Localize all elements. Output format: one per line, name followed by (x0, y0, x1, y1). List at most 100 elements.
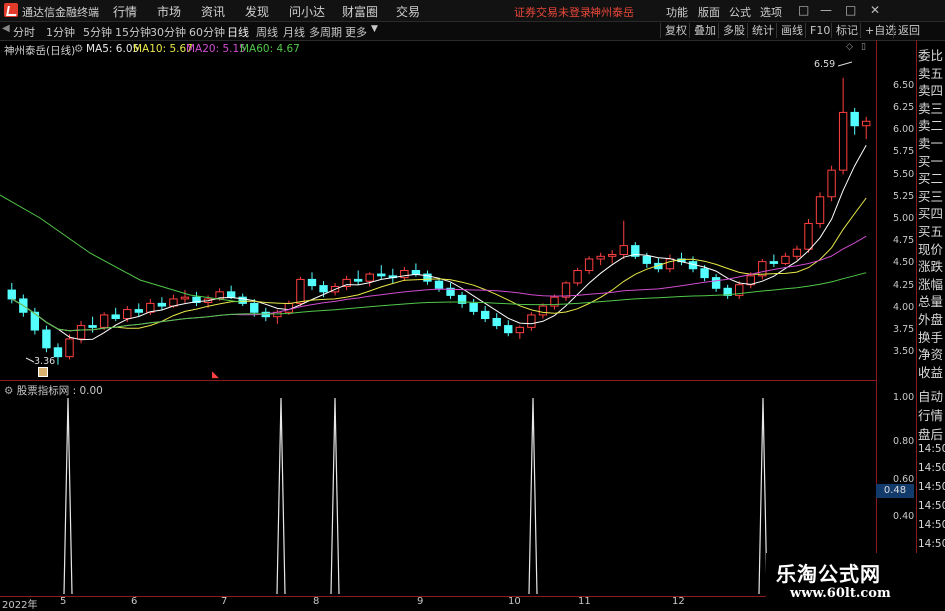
period-15min[interactable]: 15分钟 (115, 24, 151, 40)
candlestick-chart[interactable] (0, 40, 876, 380)
candle (827, 165, 836, 202)
period-monthly[interactable]: 月线 (283, 24, 305, 40)
crosshair-readout: 0.48 (876, 484, 914, 498)
price-tick: 4.50 (893, 257, 915, 269)
period-intraday[interactable]: 分时 (13, 24, 35, 40)
tool-adjust[interactable]: 复权 (660, 23, 691, 38)
login-status[interactable]: 证券交易未登录 (514, 4, 591, 20)
candle-body (88, 325, 97, 328)
period-60min[interactable]: 60分钟 (189, 24, 225, 40)
candle-body (862, 120, 871, 127)
candle (862, 116, 871, 140)
collapse-icon[interactable]: ◀ (2, 23, 10, 34)
candle (711, 274, 721, 292)
candle-body (665, 258, 675, 270)
period-multi[interactable]: 多周期 (309, 24, 342, 40)
ind-axis-1: 1.00 (893, 392, 915, 403)
candle (735, 281, 744, 299)
side-label: 卖二 (918, 118, 944, 134)
tool-multi-stock[interactable]: 多股 (718, 23, 749, 38)
tool-draw[interactable]: 画线 (776, 23, 807, 38)
maximize-icon[interactable]: □ (845, 3, 856, 17)
candle (504, 320, 513, 337)
candle (157, 297, 167, 310)
side-label: 买五 (918, 224, 944, 239)
candle-body (700, 268, 709, 279)
price-tick: 3.50 (893, 346, 915, 358)
side-label: 委比 (918, 48, 944, 63)
candle-body (850, 111, 859, 127)
period-5min[interactable]: 5分钟 (83, 24, 112, 40)
restore-icon[interactable]: □ (798, 3, 809, 17)
candle-body (584, 258, 594, 272)
indicator-settings-icon[interactable]: ⚙ (4, 385, 17, 397)
candle (596, 252, 605, 266)
indicator-label: ⚙ 股票指标网 : 0.00 (4, 383, 103, 398)
low-pointer (25, 357, 35, 363)
candle-body (504, 325, 513, 334)
side-label: 自动 (918, 389, 944, 404)
date-tick: 8 (313, 596, 320, 607)
indicator-spike (63, 397, 73, 595)
menu-layout[interactable]: 版面 (698, 4, 720, 20)
date-tick: 9 (417, 596, 424, 607)
tool-mark[interactable]: 标记 (831, 23, 862, 38)
candle (111, 307, 120, 322)
event-marker-icon[interactable] (38, 367, 48, 377)
candle (469, 298, 478, 315)
candle (527, 312, 536, 331)
candle (538, 303, 548, 319)
candle-body (527, 314, 536, 328)
menu-trade[interactable]: 交易 (396, 3, 420, 20)
side-label: 买二 (918, 171, 944, 187)
side-label: 总量 (918, 294, 944, 310)
period-daily[interactable]: 日线 (227, 24, 249, 40)
candle (573, 267, 582, 286)
event-flag-icon[interactable]: ◣ (212, 370, 219, 380)
candle (492, 313, 501, 330)
tool-back[interactable]: 返回 (893, 23, 924, 38)
close-icon[interactable]: ✕ (870, 3, 880, 17)
side-label: 卖一 (918, 136, 944, 151)
candle-body (353, 278, 363, 282)
tool-f10[interactable]: F10 (805, 23, 834, 38)
side-label: 卖五 (918, 65, 944, 81)
period-more[interactable]: 更多 (345, 24, 367, 40)
date-tick: 6 (131, 596, 138, 607)
period-weekly[interactable]: 周线 (256, 24, 278, 40)
tool-overlay[interactable]: 叠加 (689, 23, 720, 38)
menu-wealth[interactable]: 财富圈 (342, 3, 378, 20)
candle (423, 270, 432, 285)
candle-body (284, 302, 294, 313)
menu-ask[interactable]: 问小达 (289, 3, 325, 20)
candle (850, 107, 859, 135)
period-30min[interactable]: 30分钟 (150, 24, 186, 40)
candle-body (53, 347, 63, 358)
menu-options[interactable]: 选项 (760, 4, 782, 20)
candle (388, 268, 398, 283)
menu-news[interactable]: 资讯 (201, 3, 225, 20)
watermark-title: 乐淘公式网 (776, 562, 881, 586)
candle-body (642, 255, 652, 264)
candle-body (561, 282, 571, 298)
menu-market[interactable]: 市场 (157, 3, 181, 20)
candle-body (608, 254, 617, 257)
minimize-icon[interactable]: — (820, 3, 832, 17)
candle (631, 242, 640, 259)
period-1min[interactable]: 1分钟 (46, 24, 75, 40)
indicator-chart[interactable] (0, 381, 876, 596)
candle (838, 77, 848, 175)
menu-function[interactable]: 功能 (666, 4, 688, 20)
candle-body (538, 305, 548, 316)
menu-quotes[interactable]: 行情 (113, 3, 137, 20)
menu-discover[interactable]: 发现 (245, 3, 269, 20)
candle-body (319, 285, 328, 293)
candle-body (226, 291, 236, 298)
menu-formula[interactable]: 公式 (729, 4, 751, 20)
high-pointer (837, 61, 853, 67)
candle (550, 294, 559, 310)
candle-body (480, 310, 490, 319)
tool-stats[interactable]: 统计 (747, 23, 778, 38)
candle (758, 258, 767, 280)
more-dropdown-icon[interactable]: ▼ (371, 24, 378, 34)
